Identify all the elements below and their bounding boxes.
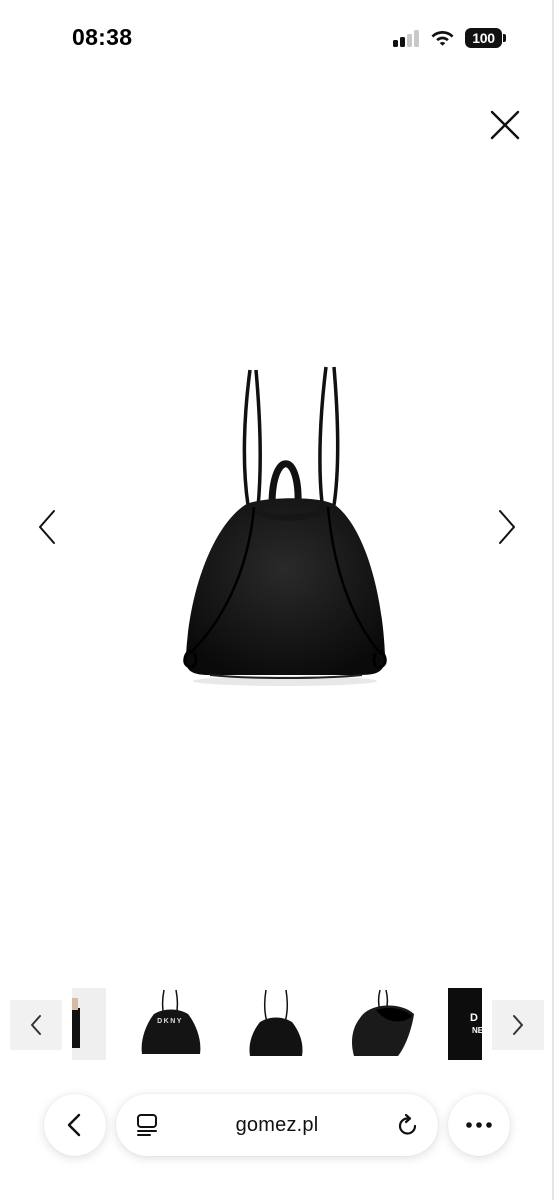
chevron-right-icon	[499, 510, 515, 544]
thumbnail-2[interactable]: DKNY	[134, 988, 206, 1060]
thumbnail-4-image	[352, 989, 414, 1056]
thumbnail-3-selected[interactable]	[244, 988, 308, 1060]
thumbnail-brand-text: DKNY	[157, 1018, 183, 1025]
cellular-signal-icon	[393, 30, 421, 47]
previous-image-button[interactable]	[32, 505, 62, 549]
chevron-right-icon	[513, 1015, 523, 1035]
thumbnail-5[interactable]: D NE	[448, 988, 484, 1060]
thumbnails-previous-button[interactable]	[10, 1000, 62, 1050]
address-bar[interactable]: gomez.pl	[116, 1094, 438, 1156]
chevron-left-icon	[31, 1015, 41, 1035]
thumbnail-5-text-2: NE	[472, 1026, 484, 1035]
reload-icon[interactable]	[396, 1113, 420, 1137]
wifi-icon	[431, 31, 454, 46]
thumbnail-5-text: D	[470, 1012, 478, 1024]
thumbnail-1-image	[72, 988, 106, 1060]
battery-level: 100	[465, 28, 502, 48]
thumbnails-next-button[interactable]	[492, 1000, 544, 1050]
thumbnail-4[interactable]	[346, 988, 418, 1060]
browser-toolbar: gomez.pl	[0, 1088, 554, 1168]
battery-icon: 100	[465, 28, 506, 48]
status-time: 08:38	[72, 24, 133, 50]
next-image-button[interactable]	[492, 505, 522, 549]
thumbnail-strip: DKNY D NE	[0, 980, 554, 1070]
browser-back-button[interactable]	[44, 1094, 106, 1156]
close-button[interactable]	[486, 106, 524, 144]
product-image	[183, 366, 387, 686]
reader-icon[interactable]	[136, 1113, 158, 1137]
thumbnail-3-image	[249, 989, 303, 1056]
thumbnail-1[interactable]	[72, 988, 106, 1060]
status-bar: 08:38 100	[0, 0, 554, 76]
more-options-button[interactable]	[448, 1094, 510, 1156]
chevron-left-icon	[39, 510, 55, 544]
chevron-left-icon	[67, 1113, 81, 1137]
close-icon	[490, 110, 520, 140]
more-icon	[466, 1122, 492, 1128]
url-text: gomez.pl	[235, 1113, 319, 1136]
